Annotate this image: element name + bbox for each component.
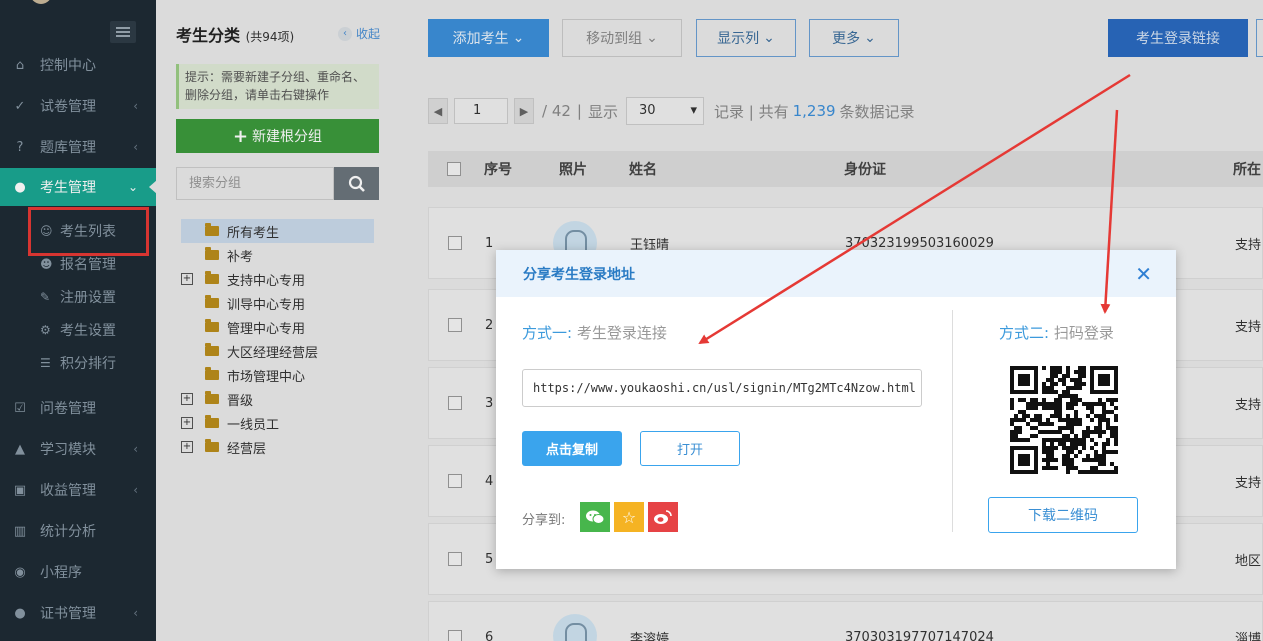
- method-one-text: 考生登录连接: [576, 324, 667, 342]
- wechat-icon: [586, 510, 605, 524]
- modal-divider: [952, 310, 953, 532]
- method-one-prefix: 方式一:: [522, 324, 573, 342]
- open-button[interactable]: 打开: [640, 431, 740, 466]
- copy-button[interactable]: 点击复制: [522, 431, 622, 466]
- weibo-share-button[interactable]: [648, 502, 678, 532]
- method-two-label: 方式二: 扫码登录: [999, 322, 1114, 343]
- modal-title: 分享考生登录地址: [523, 266, 635, 283]
- close-icon[interactable]: ✕: [1135, 262, 1152, 286]
- login-url-field[interactable]: https://www.youkaoshi.cn/usl/signin/MTg2…: [522, 369, 922, 407]
- weibo-icon: [654, 510, 672, 524]
- download-qr-button[interactable]: 下载二维码: [988, 497, 1138, 533]
- star-icon: ☆: [621, 507, 637, 527]
- modal-header: 分享考生登录地址 ✕: [496, 250, 1176, 297]
- method-two-text: 扫码登录: [1053, 324, 1114, 342]
- method-one-label: 方式一: 考生登录连接: [522, 322, 667, 343]
- share-login-modal: 分享考生登录地址 ✕ 方式一: 考生登录连接 https://www.youka…: [496, 250, 1176, 569]
- favorite-share-button[interactable]: ☆: [614, 502, 644, 532]
- qr-code-image: [1010, 366, 1118, 474]
- share-label: 分享到:: [522, 513, 566, 528]
- wechat-share-button[interactable]: [580, 502, 610, 532]
- method-two-prefix: 方式二:: [999, 324, 1050, 342]
